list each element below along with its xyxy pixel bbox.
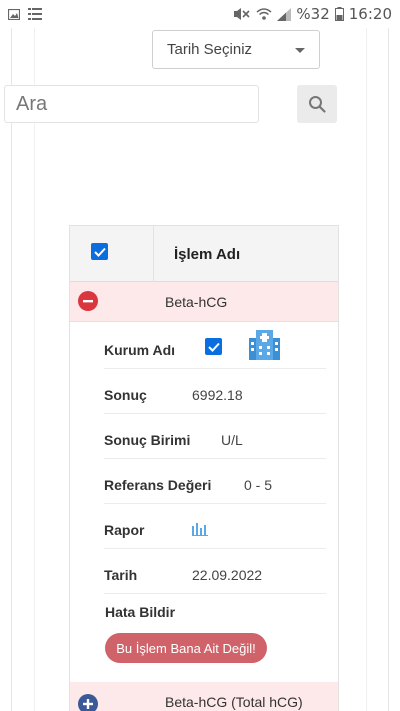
search-placeholder: Ara — [16, 92, 48, 115]
status-bar-right: %32 16:20 — [233, 5, 392, 23]
left-rail — [11, 28, 12, 711]
page-content: Tarih Seçiniz Ara İşlem Adı Beta-hCG Kur… — [0, 28, 400, 711]
birim-value: U/L — [221, 432, 243, 448]
tarih-label: Tarih — [104, 567, 138, 583]
check-icon — [207, 342, 220, 352]
status-bar-left — [8, 8, 42, 20]
results-table: İşlem Adı Beta-hCG Kurum Adı Sonuç 6992.… — [69, 225, 339, 711]
sonuc-value: 6992.18 — [192, 387, 243, 403]
sonuc-label: Sonuç — [104, 387, 147, 403]
referans-value: 0 - 5 — [244, 477, 273, 493]
column-header-islem-adi: İşlem Adı — [174, 246, 241, 263]
detail-row-referans: Referans Değeri 0 - 5 — [104, 459, 326, 504]
right-rail — [388, 28, 389, 711]
battery-percent: %32 — [296, 5, 330, 23]
date-select[interactable]: Tarih Seçiniz — [152, 30, 320, 69]
select-all-checkbox[interactable] — [91, 243, 108, 260]
hata-label: Hata Bildir — [105, 604, 176, 620]
wifi-icon — [256, 8, 272, 20]
search-icon — [309, 96, 326, 113]
detail-row-sonuc: Sonuç 6992.18 — [104, 369, 326, 414]
check-icon — [93, 247, 106, 257]
clock: 16:20 — [348, 5, 392, 23]
kurum-checkbox[interactable] — [205, 338, 222, 355]
mute-icon — [234, 8, 250, 20]
detail-row-birim: Sonuç Birimi U/L — [104, 414, 326, 459]
signal-icon — [277, 7, 292, 21]
detail-row-kurum: Kurum Adı — [104, 324, 326, 369]
date-select-label: Tarih Seçiniz — [167, 41, 253, 58]
status-bar: %32 16:20 — [0, 0, 400, 28]
kurum-label: Kurum Adı — [104, 342, 176, 358]
left-inner-rail — [34, 28, 35, 711]
search-button[interactable] — [297, 85, 337, 123]
minus-icon — [83, 299, 93, 302]
plus-icon — [83, 699, 93, 709]
report-chart-icon[interactable] — [192, 520, 208, 536]
detail-row-tarih: Tarih 22.09.2022 — [104, 549, 326, 594]
hospital-icon[interactable] — [249, 330, 280, 360]
rapor-label: Rapor — [104, 522, 145, 538]
header-divider — [153, 226, 154, 282]
search-input[interactable]: Ara — [4, 85, 259, 123]
list-notification-icon — [28, 8, 42, 20]
birim-label: Sonuç Birimi — [104, 432, 191, 448]
row-name: Beta-hCG (Total hCG) — [165, 694, 303, 710]
image-notification-icon — [8, 8, 20, 20]
battery-icon — [334, 7, 344, 21]
referans-label: Referans Değeri — [104, 477, 212, 493]
table-header: İşlem Adı — [70, 226, 338, 282]
chevron-down-icon — [295, 48, 305, 53]
tarih-value: 22.09.2022 — [192, 567, 263, 583]
table-row[interactable]: Beta-hCG — [70, 282, 338, 322]
not-mine-button[interactable]: Bu İşlem Bana Ait Değil! — [105, 633, 267, 663]
right-inner-rail — [366, 28, 367, 711]
collapse-row-button[interactable] — [78, 291, 98, 311]
row-name: Beta-hCG — [165, 294, 228, 310]
expand-row-button[interactable] — [78, 694, 98, 711]
table-row[interactable]: Beta-hCG (Total hCG) — [70, 682, 338, 711]
detail-row-rapor: Rapor — [104, 504, 326, 549]
